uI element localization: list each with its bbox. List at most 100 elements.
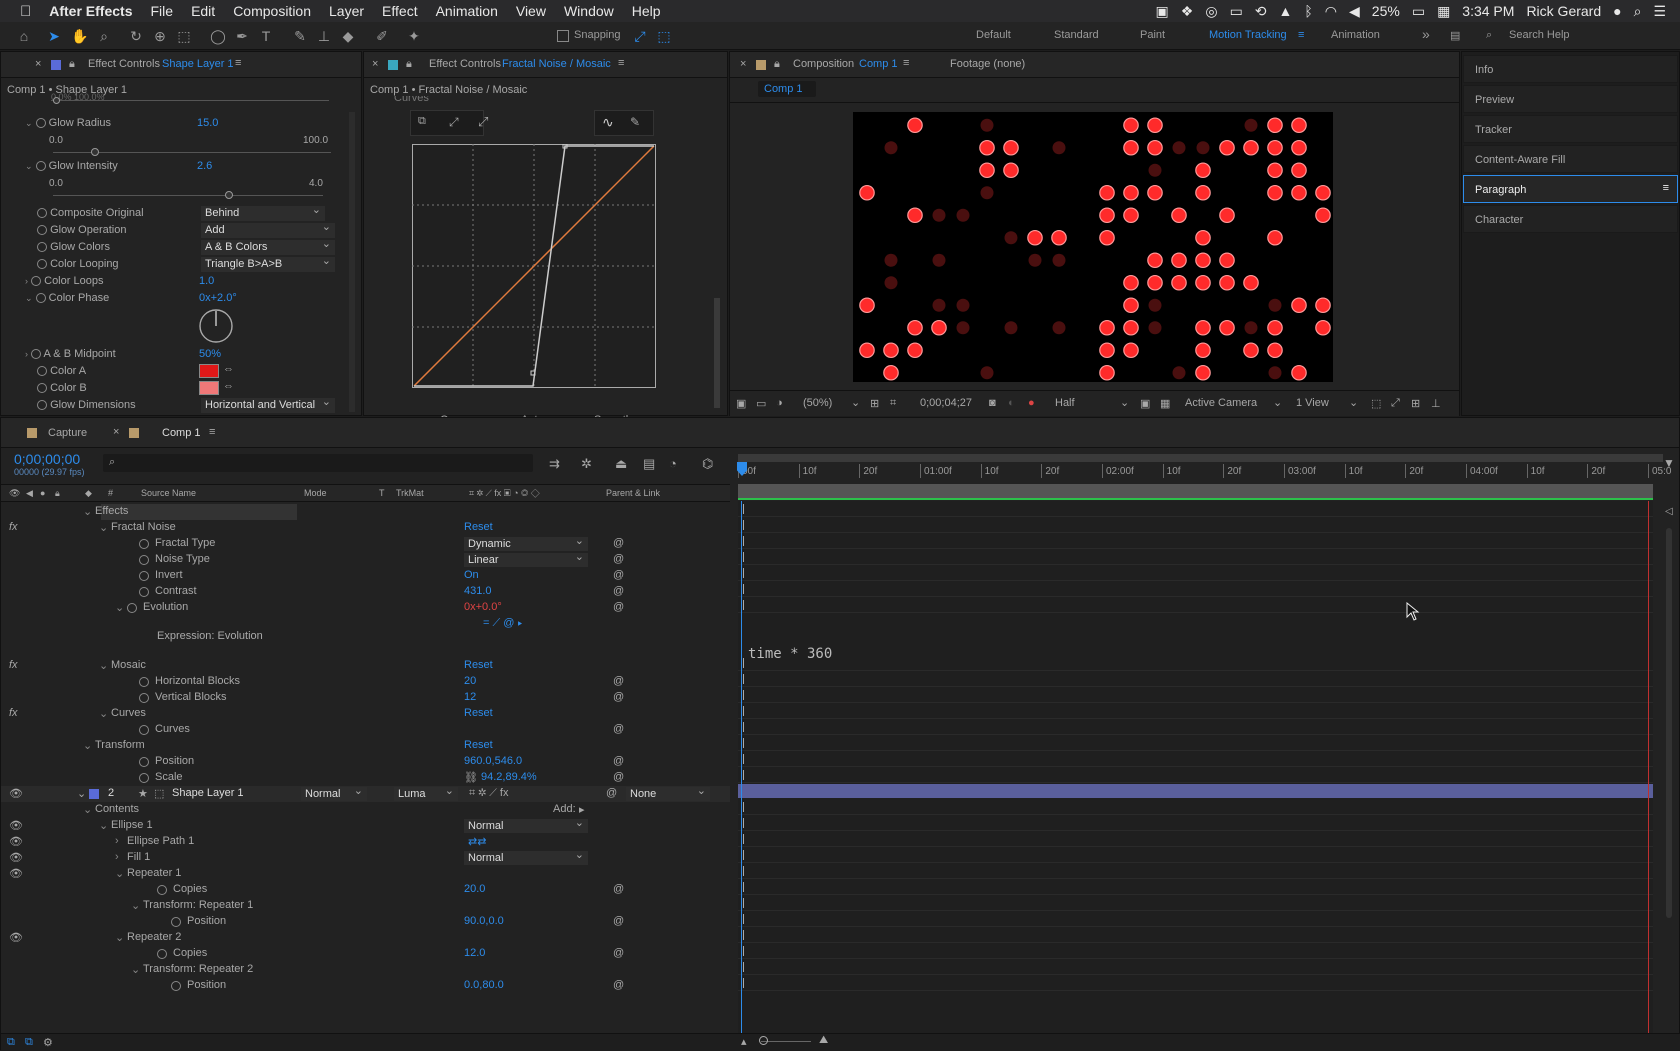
col-trkmat[interactable]: TrkMat bbox=[396, 488, 424, 498]
twirl-icon[interactable]: ⌄ bbox=[83, 505, 92, 518]
stopwatch-icon[interactable] bbox=[37, 383, 47, 394]
switches-icons[interactable]: ⌗ ✲ ⟋ fx ▣ ◔ ◎ ◇ bbox=[469, 488, 540, 499]
stopwatch-icon[interactable] bbox=[139, 757, 149, 767]
ec2-tab-prefix[interactable]: Effect Controls bbox=[429, 58, 501, 70]
property-dropdown[interactable]: Linear bbox=[464, 550, 588, 567]
property-value[interactable]: 960.0,546.0 bbox=[464, 755, 522, 767]
camera-icon[interactable]: ▣ bbox=[1156, 3, 1169, 20]
lock-icon[interactable]: 🔒︎ bbox=[69, 58, 75, 71]
twirl-icon[interactable]: ⌄ bbox=[83, 803, 92, 816]
pickwhip-icon[interactable]: @ bbox=[613, 771, 624, 783]
stopwatch-icon[interactable] bbox=[37, 242, 47, 253]
comp-canvas[interactable] bbox=[853, 112, 1333, 382]
expression-editor[interactable]: time * 360 bbox=[748, 646, 832, 662]
color-looping-dropdown[interactable]: Triangle B>A>B bbox=[201, 254, 335, 272]
pan-behind-tool-icon[interactable]: ⬚ bbox=[174, 26, 194, 46]
close-icon[interactable]: × bbox=[113, 426, 119, 438]
layer-trkmat-dropdown[interactable]: Luma bbox=[394, 784, 458, 801]
lock-icon[interactable]: 🔒︎ bbox=[406, 58, 412, 71]
property-dropdown[interactable]: Dynamic bbox=[464, 534, 588, 551]
camera-dropdown[interactable]: Active Camera bbox=[1185, 397, 1257, 409]
stopwatch-icon[interactable] bbox=[127, 603, 137, 613]
snapping-checkbox[interactable] bbox=[557, 30, 569, 42]
stopwatch-icon[interactable] bbox=[37, 259, 47, 270]
zoom-tool-icon[interactable]: ⌕ bbox=[94, 26, 114, 46]
close-icon[interactable]: × bbox=[372, 58, 378, 70]
ec2-tab-layer[interactable]: Fractal Noise / Mosaic bbox=[502, 58, 611, 70]
color-a-swatch[interactable] bbox=[199, 364, 219, 378]
pickwhip-icon[interactable]: @ bbox=[606, 787, 617, 799]
pencil-icon[interactable]: ✎ bbox=[630, 115, 640, 129]
color-phase-value[interactable]: 0x+2.0° bbox=[199, 290, 237, 306]
apple-icon[interactable]:  bbox=[20, 3, 31, 20]
more-workspaces-icon[interactable]: » bbox=[1422, 26, 1430, 42]
curves-size-medium-icon[interactable]: ⤢ bbox=[449, 115, 459, 130]
panel-menu-icon[interactable]: ≡ bbox=[235, 57, 241, 69]
monitor-icon[interactable]: ▭ bbox=[756, 397, 766, 410]
pickwhip-icon[interactable]: @ bbox=[613, 915, 624, 927]
outline-row[interactable]: 👁︎ › Fill 1 Normal bbox=[1, 848, 730, 866]
notification-icon[interactable]: ☰ bbox=[1653, 3, 1666, 20]
glow-dimensions-dropdown[interactable]: Horizontal and Vertical bbox=[201, 395, 335, 413]
composite-original-dropdown[interactable]: Behind bbox=[201, 203, 325, 221]
outline-row[interactable]: 👁︎ ⌄ Ellipse 1 Normal bbox=[1, 816, 730, 834]
col-mode[interactable]: Mode bbox=[304, 488, 327, 498]
stopwatch-icon[interactable] bbox=[139, 571, 149, 581]
layer-mode-dropdown[interactable]: Normal bbox=[301, 784, 367, 801]
curves-graph[interactable] bbox=[412, 144, 656, 388]
layer-parent-dropdown[interactable]: None bbox=[626, 784, 710, 801]
eye-icon[interactable]: 👁︎ bbox=[9, 931, 23, 944]
color-loops-value[interactable]: 1.0 bbox=[199, 273, 214, 289]
stopwatch-icon[interactable] bbox=[157, 949, 167, 959]
slider-handle[interactable] bbox=[53, 97, 60, 104]
stopwatch-icon[interactable] bbox=[31, 276, 42, 287]
property-dropdown[interactable]: Normal bbox=[464, 816, 588, 833]
snap-option-icon[interactable]: ⤢ bbox=[630, 26, 650, 46]
twirl-closed-icon[interactable]: › bbox=[25, 276, 28, 286]
glow-radius-slider-handle[interactable] bbox=[90, 148, 99, 156]
add-content-icon[interactable]: ▸ bbox=[579, 803, 585, 816]
comp-subtab[interactable]: Comp 1 bbox=[758, 81, 816, 97]
color-a-eyedropper-icon[interactable]: ⇔ bbox=[223, 363, 234, 375]
outline-row[interactable]: ⌄ Transform: Repeater 1 bbox=[1, 898, 730, 914]
stopwatch-icon[interactable] bbox=[37, 208, 47, 219]
slider-track[interactable] bbox=[51, 100, 329, 101]
stopwatch-icon[interactable] bbox=[35, 161, 46, 172]
stopwatch-icon[interactable] bbox=[139, 725, 149, 735]
search-help-icon[interactable]: ⌕ bbox=[1486, 29, 1492, 42]
col-source-name[interactable]: Source Name bbox=[141, 488, 196, 498]
ec1-tab-layer[interactable]: Shape Layer 1 bbox=[162, 58, 234, 70]
twirl-icon[interactable]: ⌄ bbox=[99, 521, 108, 534]
fit-grid-icon[interactable]: ⊞ bbox=[870, 397, 879, 410]
outline-row[interactable]: 👁︎ ⌄ Repeater 2 bbox=[1, 930, 730, 946]
property-value[interactable]: On bbox=[464, 569, 479, 581]
glow-intensity-value[interactable]: 2.6 bbox=[197, 158, 212, 174]
ec1-scrollbar[interactable] bbox=[349, 112, 355, 412]
playhead-line[interactable] bbox=[741, 501, 742, 1034]
glow-intensity-slider-handle[interactable] bbox=[224, 191, 233, 199]
workspace-paint[interactable]: Paint bbox=[1140, 29, 1165, 41]
property-value[interactable]: 431.0 bbox=[464, 585, 492, 597]
constrain-proportions-icon[interactable]: ⛓ bbox=[464, 771, 478, 784]
outline-row[interactable]: Horizontal Blocks 20 @ bbox=[1, 674, 730, 690]
menu-edit[interactable]: Edit bbox=[191, 3, 215, 19]
stopwatch-icon[interactable] bbox=[35, 118, 46, 129]
workspace-standard[interactable]: Standard bbox=[1054, 29, 1099, 41]
pickwhip-icon[interactable]: @ bbox=[613, 537, 624, 549]
property-dropdown[interactable]: Normal bbox=[464, 848, 588, 865]
pen-tool-icon[interactable]: ✒ bbox=[232, 26, 252, 46]
safe-zone-icon[interactable]: ⌗ bbox=[890, 397, 896, 410]
pickwhip-icon[interactable]: @ bbox=[613, 979, 624, 991]
rotate-tool-icon[interactable]: ↻ bbox=[126, 26, 146, 46]
curves-size-small-icon[interactable]: ⧉ bbox=[418, 115, 426, 128]
close-icon[interactable]: × bbox=[740, 58, 746, 70]
stopwatch-icon[interactable] bbox=[37, 400, 47, 411]
lock-switch-icon[interactable]: 🔒︎ bbox=[55, 488, 60, 499]
outline-row[interactable]: Copies 12.0 @ bbox=[1, 946, 730, 962]
brush-tool-icon[interactable]: ✎ bbox=[290, 26, 310, 46]
expand-modes-icon[interactable]: ⧉ bbox=[25, 1036, 33, 1049]
always-preview-icon[interactable]: ▣ bbox=[736, 397, 746, 410]
zoom-dropdown[interactable]: (50%) bbox=[803, 397, 832, 409]
stopwatch-icon[interactable] bbox=[139, 587, 149, 597]
clone-stamp-tool-icon[interactable]: ⊥ bbox=[314, 26, 334, 46]
